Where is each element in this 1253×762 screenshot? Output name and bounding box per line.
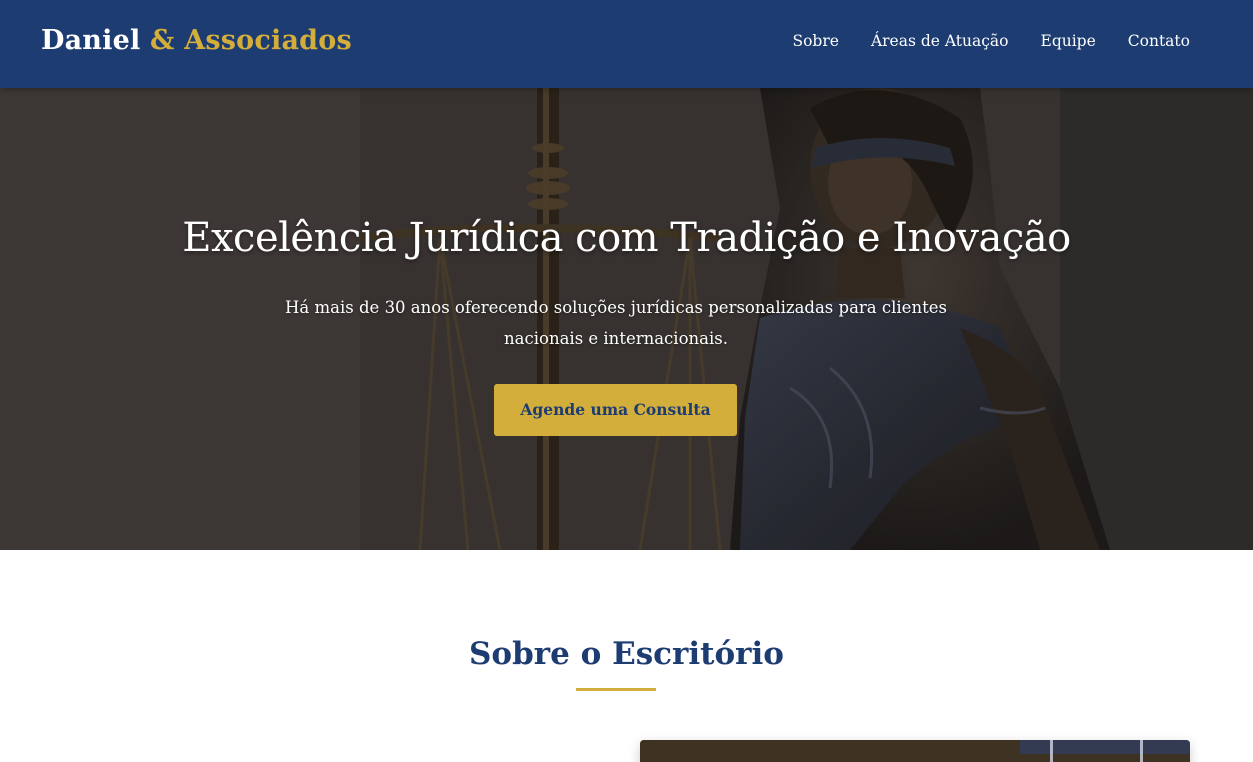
hero-title: Excelência Jurídica com Tradição e Inova… <box>182 215 1071 261</box>
brand-logo[interactable]: Daniel & Associados <box>41 24 352 58</box>
nav-link-sobre[interactable]: Sobre <box>792 31 838 51</box>
brand-name-accent: & Associados <box>150 25 352 56</box>
office-image <box>640 740 1190 762</box>
hero-section: Excelência Jurídica com Tradição e Inova… <box>0 88 1253 550</box>
about-section-title: Sobre o Escritório <box>469 636 784 672</box>
nav-link-equipe[interactable]: Equipe <box>1041 31 1096 51</box>
title-underline <box>576 688 656 691</box>
office-photo <box>640 740 1190 762</box>
main-nav: Sobre Áreas de Atuação Equipe Contato <box>792 31 1190 51</box>
schedule-consultation-button[interactable]: Agende uma Consulta <box>494 384 737 436</box>
brand-name: Daniel <box>41 25 141 56</box>
nav-link-areas-de-atuacao[interactable]: Áreas de Atuação <box>871 31 1009 51</box>
hero-subtitle: Há mais de 30 anos oferecendo soluções j… <box>285 298 947 348</box>
nav-link-contato[interactable]: Contato <box>1128 31 1190 51</box>
site-header: Daniel & Associados Sobre Áreas de Atuaç… <box>0 0 1253 88</box>
